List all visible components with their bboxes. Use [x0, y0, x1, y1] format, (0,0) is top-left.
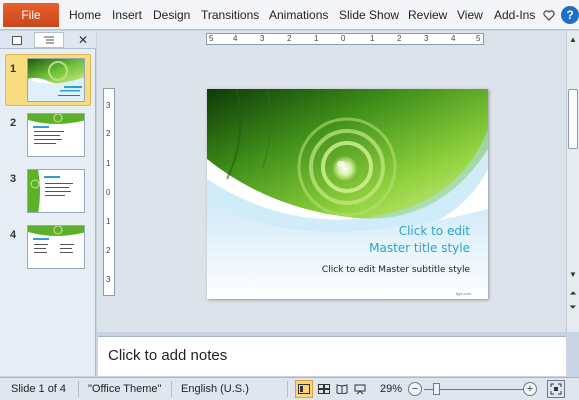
slide-number: 1 [10, 63, 17, 75]
thumbnail-image [27, 113, 85, 157]
notes-pane[interactable]: Click to add notes [98, 336, 566, 376]
divider [171, 381, 172, 397]
slide-number: 3 [10, 173, 17, 185]
ruler-label: 0 [106, 188, 111, 197]
ruler-label: 1 [106, 159, 111, 168]
pane-tab-strip: ✕ [0, 31, 96, 49]
tab-animations[interactable]: Animations [269, 8, 328, 22]
ruler-label: 1 [106, 217, 111, 226]
ruler-label: 2 [397, 34, 402, 43]
tab-insert[interactable]: Insert [112, 8, 142, 22]
ruler-label: 1 [314, 34, 319, 43]
language-indicator[interactable]: English (U.S.) [181, 383, 249, 395]
next-slide-icon[interactable]: ⏷ [567, 301, 579, 313]
reading-view-icon[interactable] [333, 380, 351, 398]
ruler-label: 3 [106, 275, 111, 284]
help-icon[interactable]: ? [561, 6, 579, 24]
slide-count: Slide 1 of 4 [11, 383, 67, 395]
slide-number: 4 [10, 229, 17, 241]
slides-pane: ✕ 1 2 3 4 [0, 31, 96, 376]
ruler-label: 2 [287, 34, 292, 43]
heart-icon[interactable] [540, 6, 558, 24]
scrollbar-thumb[interactable] [568, 89, 578, 149]
status-bar: Slide 1 of 4 "Office Theme" English (U.S… [0, 377, 579, 400]
title-line-1: Click to edit [398, 224, 470, 238]
ruler-label: 3 [106, 101, 111, 110]
horizontal-ruler: 5 4 3 2 1 0 1 2 3 4 5 [206, 33, 484, 45]
watermark-logo: fppt.com [456, 291, 472, 296]
slide-number: 2 [10, 117, 17, 129]
slide-canvas[interactable]: fppt.com Click to edit Master title styl… [207, 89, 488, 299]
previous-slide-icon[interactable]: ⏶ [567, 287, 579, 299]
ruler-label: 1 [370, 34, 375, 43]
thumbnail-image [27, 58, 85, 102]
title-line-2: Master title style [369, 241, 470, 255]
zoom-slider-thumb[interactable] [433, 383, 440, 395]
tab-transitions[interactable]: Transitions [201, 8, 259, 22]
close-pane-icon[interactable]: ✕ [68, 32, 98, 48]
tab-view[interactable]: View [457, 8, 483, 22]
normal-view-icon[interactable] [295, 380, 313, 398]
ruler-label: 4 [451, 34, 456, 43]
ruler-label: 3 [424, 34, 429, 43]
slide-sorter-icon[interactable] [315, 380, 333, 398]
tab-review[interactable]: Review [408, 8, 447, 22]
slide-thumbnail-1[interactable]: 1 [0, 54, 96, 106]
tab-design[interactable]: Design [153, 8, 190, 22]
ruler-label: 4 [233, 34, 238, 43]
file-tab[interactable]: File [3, 3, 59, 27]
vertical-scrollbar[interactable]: ▲ ▼ ⏶ ⏷ [566, 31, 579, 332]
thumbnail-image [27, 169, 85, 213]
scroll-up-icon[interactable]: ▲ [567, 33, 579, 45]
thumbnail-image [27, 225, 85, 269]
slide-subtitle-placeholder[interactable]: Click to edit Master subtitle style [322, 265, 470, 275]
outline-tab-icon[interactable] [34, 32, 64, 48]
slides-tab-icon[interactable] [2, 32, 32, 48]
ruler-label: 3 [260, 34, 265, 43]
divider [287, 381, 288, 397]
divider [78, 381, 79, 397]
slide-thumbnail-2[interactable]: 2 [0, 113, 96, 159]
fit-to-window-icon[interactable] [547, 380, 565, 398]
theme-name[interactable]: "Office Theme" [88, 383, 161, 395]
vertical-ruler: 3 2 1 0 1 2 3 [103, 88, 115, 296]
scroll-down-icon[interactable]: ▼ [567, 268, 579, 280]
slide-title-placeholder[interactable]: Click to edit Master title style [369, 223, 470, 257]
tab-slide-show[interactable]: Slide Show [339, 8, 399, 22]
zoom-level[interactable]: 29% [380, 383, 402, 395]
ruler-label: 2 [106, 246, 111, 255]
ruler-label: 0 [341, 34, 346, 43]
zoom-out-icon[interactable]: − [408, 382, 422, 396]
ribbon-tab-bar: File Home Insert Design Transitions Anim… [0, 0, 579, 30]
notes-placeholder[interactable]: Click to add notes [108, 347, 227, 364]
ruler-label: 2 [106, 129, 111, 138]
zoom-in-icon[interactable]: + [523, 382, 537, 396]
ruler-label: 5 [209, 34, 214, 43]
slide-show-icon[interactable] [351, 380, 369, 398]
ruler-label: 5 [476, 34, 481, 43]
slide-thumbnail-3[interactable]: 3 [0, 169, 96, 215]
tab-home[interactable]: Home [69, 8, 101, 22]
tab-add-ins[interactable]: Add-Ins [494, 8, 535, 22]
slide-thumbnail-4[interactable]: 4 [0, 225, 96, 271]
